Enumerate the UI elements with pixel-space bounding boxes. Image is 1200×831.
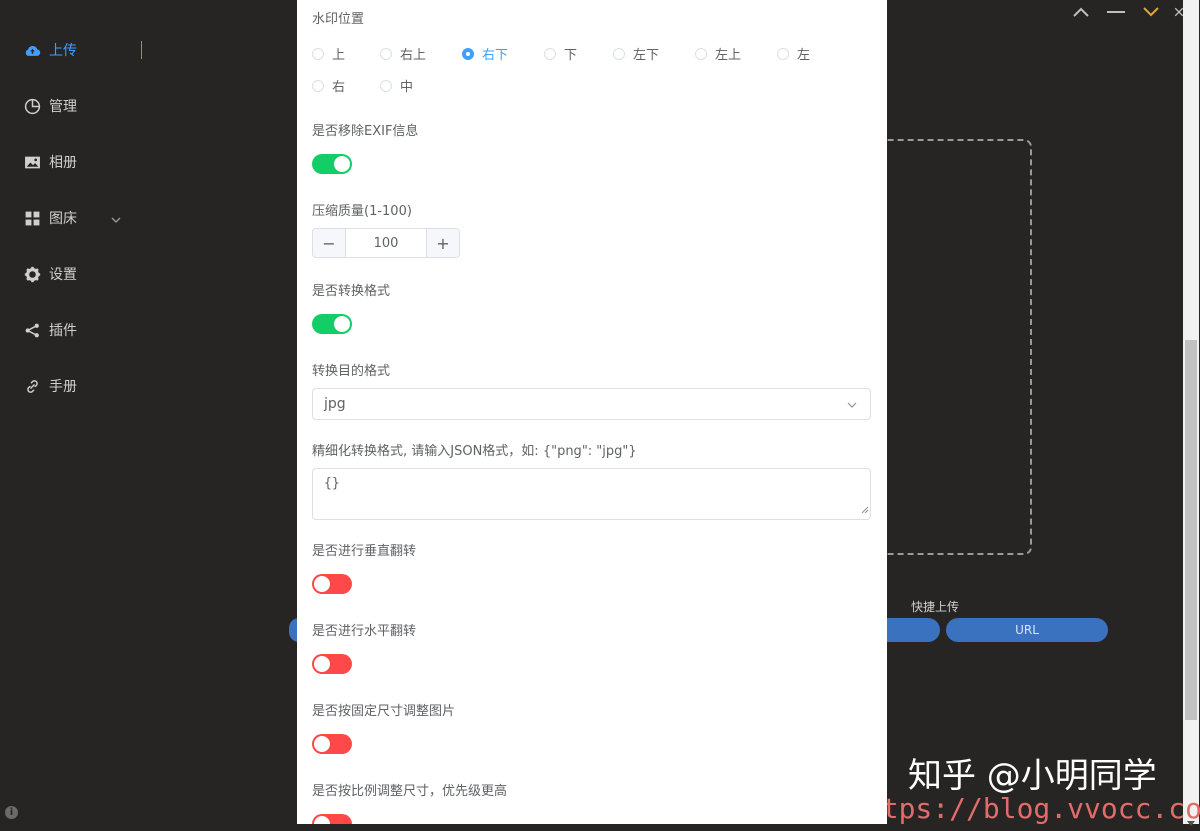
sidebar-item-label: 上传: [49, 43, 77, 59]
increment-button[interactable]: +: [426, 229, 459, 257]
scrollbar-thumb[interactable]: [1185, 340, 1197, 720]
target-format-select[interactable]: jpg: [312, 388, 871, 420]
image-icon: [24, 154, 41, 171]
pie-chart-icon: [24, 98, 41, 115]
quick-upload-label: 快捷上传: [911, 600, 960, 614]
radio-position-bottom-left[interactable]: 左下: [613, 44, 659, 63]
sidebar-item-label: 手册: [49, 379, 77, 395]
chevron-up-icon[interactable]: [1070, 4, 1092, 20]
grid-icon: [24, 210, 41, 227]
share-icon: [24, 322, 41, 339]
fixed-resize-label: 是否按固定尺寸调整图片: [312, 704, 456, 719]
sidebar-item-label: 管理: [49, 99, 77, 115]
link-icon: [24, 378, 41, 395]
sidebar-item-picbed[interactable]: 图床: [24, 206, 77, 230]
active-indicator: [141, 41, 142, 59]
cloud-upload-icon: [24, 42, 41, 59]
flip-vertical-switch[interactable]: [312, 574, 352, 594]
sidebar-item-upload[interactable]: 上传: [24, 38, 77, 62]
blog-url-watermark: https://blog.vvocc.com: [848, 792, 1200, 825]
radio-position-center[interactable]: 中: [380, 76, 413, 95]
decrement-button[interactable]: −: [313, 229, 346, 257]
quality-label: 压缩质量(1-100): [312, 204, 412, 219]
watermark-position-label: 水印位置: [312, 12, 365, 27]
sidebar: 上传 管理 相册 图床 设置 插件 手册 i: [0, 0, 160, 824]
chevron-down-icon[interactable]: [1140, 4, 1162, 20]
sidebar-item-settings[interactable]: 设置: [24, 262, 77, 286]
fine-format-label: 精细化转换格式, 请输入JSON格式，如: {"png": "jpg"}: [312, 444, 637, 459]
chevron-down-icon: [846, 399, 858, 415]
radio-position-top-right[interactable]: 右上: [380, 44, 426, 63]
sidebar-item-plugins[interactable]: 插件: [24, 318, 77, 342]
sidebar-item-label: 设置: [49, 267, 77, 283]
info-icon[interactable]: i: [5, 806, 18, 819]
gear-icon: [24, 266, 41, 283]
minimize-icon[interactable]: [1105, 4, 1127, 20]
sidebar-item-label: 插件: [49, 323, 77, 339]
remove-exif-label: 是否移除EXIF信息: [312, 124, 419, 139]
radio-position-bottom[interactable]: 下: [544, 44, 577, 63]
sidebar-item-album[interactable]: 相册: [24, 150, 77, 174]
quality-value[interactable]: 100: [346, 229, 426, 257]
target-format-label: 转换目的格式: [312, 364, 391, 379]
ratio-resize-switch[interactable]: [312, 814, 352, 824]
radio-position-bottom-right[interactable]: 右下: [462, 44, 508, 63]
sidebar-item-label: 相册: [49, 155, 77, 171]
quality-stepper: − 100 +: [312, 228, 460, 258]
fixed-resize-switch[interactable]: [312, 734, 352, 754]
flip-horizontal-label: 是否进行水平翻转: [312, 624, 417, 639]
plugin-config-panel: 水印位置 上 右上 右下 下 左下 左上 左 右 中 是否移除EXIF信息 压缩…: [297, 0, 887, 824]
chevron-down-icon[interactable]: [110, 211, 122, 230]
ratio-resize-label: 是否按比例调整尺寸，优先级更高: [312, 784, 508, 799]
radio-position-left[interactable]: 左: [777, 44, 810, 63]
convert-format-label: 是否转换格式: [312, 284, 391, 299]
convert-format-switch[interactable]: [312, 314, 352, 334]
remove-exif-switch[interactable]: [312, 154, 352, 174]
fine-format-textarea[interactable]: {}: [312, 468, 871, 520]
url-upload-button[interactable]: URL: [946, 618, 1108, 642]
radio-position-top[interactable]: 上: [312, 44, 345, 63]
sidebar-item-manual[interactable]: 手册: [24, 374, 77, 398]
radio-position-right[interactable]: 右: [312, 76, 345, 95]
flip-horizontal-switch[interactable]: [312, 654, 352, 674]
sidebar-item-label: 图床: [49, 211, 77, 227]
zhihu-watermark: 知乎 @小明同学: [908, 756, 1157, 796]
radio-position-top-left[interactable]: 左上: [695, 44, 741, 63]
flip-vertical-label: 是否进行垂直翻转: [312, 544, 417, 559]
fine-format-value: {}: [324, 476, 340, 491]
resize-grip-icon[interactable]: [861, 503, 869, 518]
target-format-value: jpg: [324, 396, 346, 412]
sidebar-item-manage[interactable]: 管理: [24, 94, 77, 118]
